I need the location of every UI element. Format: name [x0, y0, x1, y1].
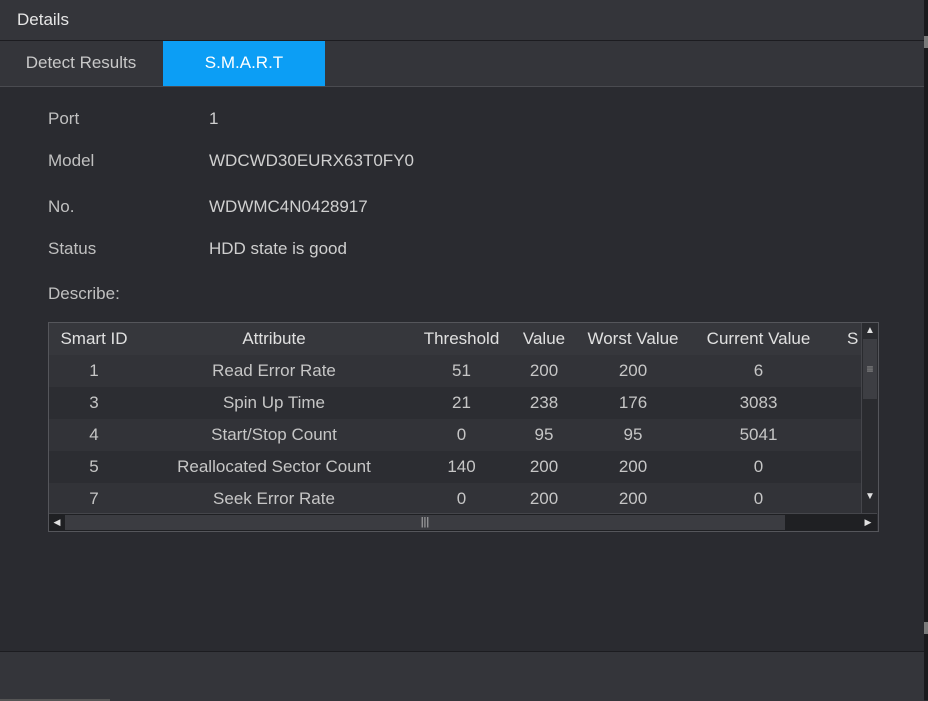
dialog-footer: [0, 651, 924, 701]
cell-threshold: 140: [447, 457, 476, 476]
port-value: 1: [209, 109, 219, 128]
window-title-bar: Details: [0, 0, 924, 41]
cell-current-value: 0: [753, 457, 764, 476]
port-label: Port: [48, 109, 80, 128]
table-row[interactable]: 1 Read Error Rate 51 200 200 6: [49, 355, 861, 387]
scroll-left-icon[interactable]: ◀: [49, 514, 65, 531]
table-row[interactable]: 3 Spin Up Time 21 238 176 3083: [49, 387, 861, 419]
tab-bar: Detect Results S.M.A.R.T: [0, 41, 924, 87]
vertical-scroll-thumb[interactable]: ≡: [863, 339, 877, 399]
cell-smart-id: 1: [89, 361, 99, 380]
cell-attribute: Spin Up Time: [222, 393, 326, 412]
column-header-current-value[interactable]: Current Value: [692, 323, 825, 355]
column-header-attribute[interactable]: Attribute: [139, 323, 409, 355]
cell-current-value: 0: [753, 489, 764, 508]
smart-attributes-table: Smart ID Attribute Threshold Value Worst…: [48, 322, 879, 532]
cell-attribute: Seek Error Rate: [213, 489, 335, 508]
grip-icon: |||: [420, 516, 430, 528]
cell-threshold: 0: [456, 425, 467, 444]
cell-value: 200: [529, 457, 559, 476]
column-header-worst-value[interactable]: Worst Value: [574, 323, 692, 355]
cell-worst-value: 176: [618, 393, 648, 412]
scroll-down-icon[interactable]: ▼: [862, 489, 878, 505]
cell-worst-value: 95: [623, 425, 643, 444]
model-value: WDCWD30EURX63T0FY0: [209, 151, 414, 170]
scroll-right-icon[interactable]: ▶: [860, 514, 876, 531]
status-value: HDD state is good: [209, 239, 347, 258]
horizontal-scrollbar[interactable]: ◀ ||| ▶: [49, 513, 877, 531]
column-header-value[interactable]: Value: [514, 323, 574, 355]
scroll-up-icon[interactable]: ▲: [862, 323, 878, 339]
edge-mark-top: [924, 36, 928, 48]
status-label: Status: [48, 239, 97, 258]
cell-smart-id: 4: [89, 425, 99, 444]
column-header-truncated[interactable]: S: [847, 323, 861, 355]
cell-current-value: 6: [753, 361, 764, 380]
cell-smart-id: 7: [89, 489, 99, 508]
model-label: Model: [48, 151, 95, 170]
cell-smart-id: 3: [89, 393, 99, 412]
window-right-edge: [924, 0, 928, 700]
window-title: Details: [17, 10, 69, 29]
serial-number-value: WDWMC4N0428917: [209, 197, 368, 216]
tab-smart[interactable]: S.M.A.R.T: [163, 41, 325, 86]
cell-attribute: Reallocated Sector Count: [177, 457, 371, 476]
serial-number-label: No.: [48, 197, 75, 216]
cell-value: 95: [534, 425, 554, 444]
cell-smart-id: 5: [89, 457, 99, 476]
horizontal-scroll-thumb[interactable]: |||: [65, 515, 785, 530]
cell-threshold: 21: [452, 393, 471, 412]
grip-icon: ≡: [866, 362, 874, 376]
table-header: Smart ID Attribute Threshold Value Worst…: [49, 323, 861, 355]
cell-attribute: Read Error Rate: [212, 361, 336, 380]
table-row[interactable]: 4 Start/Stop Count 0 95 95 5041: [49, 419, 861, 451]
cell-current-value: 3083: [739, 393, 778, 412]
cell-worst-value: 200: [618, 489, 648, 508]
table-row[interactable]: 5 Reallocated Sector Count 140 200 200 0: [49, 451, 861, 483]
cell-value: 200: [529, 489, 559, 508]
column-header-smart-id[interactable]: Smart ID: [49, 323, 139, 355]
cell-threshold: 0: [456, 489, 467, 508]
describe-label: Describe:: [48, 284, 120, 303]
cell-worst-value: 200: [618, 457, 648, 476]
cell-value: 238: [529, 393, 559, 412]
column-header-threshold[interactable]: Threshold: [409, 323, 514, 355]
tab-detect-results[interactable]: Detect Results: [0, 41, 162, 86]
table-row[interactable]: 7 Seek Error Rate 0 200 200 0: [49, 483, 861, 515]
vertical-scrollbar[interactable]: ▲ ≡ ▼: [861, 323, 878, 513]
cell-worst-value: 200: [618, 361, 648, 380]
cell-current-value: 5041: [739, 425, 778, 444]
edge-mark-bottom: [924, 622, 928, 634]
cell-threshold: 51: [452, 361, 471, 380]
cell-value: 200: [529, 361, 559, 380]
cell-attribute: Start/Stop Count: [211, 425, 337, 444]
